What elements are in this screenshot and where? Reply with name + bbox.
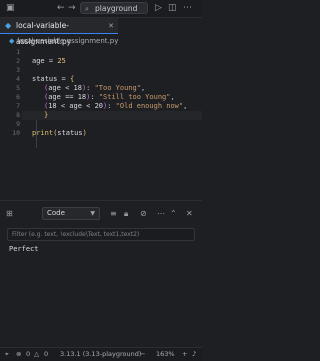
forward-icon[interactable]: →: [68, 2, 76, 14]
panel-toolbar: ⊞ Code ▼ ≡ 🔒︎ ⊘ ⋯ ⌃ ✕: [0, 207, 202, 221]
code-line: 1: [0, 48, 202, 57]
code-line: 2 age = 25: [0, 57, 202, 66]
grid-icon[interactable]: ⊞: [6, 208, 13, 220]
code-token: age < 18: [48, 84, 82, 92]
current-line-highlight: [22, 111, 202, 120]
code-line: 9: [0, 120, 202, 129]
zoom-in-icon[interactable]: +: [182, 348, 187, 361]
code-token: =: [57, 75, 70, 83]
code-editor[interactable]: 1 2 age = 25 3 4 status = { 5 (age < 18)…: [0, 48, 202, 198]
code-token: =: [44, 57, 58, 65]
code-token: 25: [57, 57, 66, 65]
code-line: 7 (18 < age < 20): "Old enough now",: [0, 102, 202, 111]
code-token: ,: [140, 84, 146, 92]
warning-count[interactable]: 0: [44, 348, 48, 361]
code-token: "Old enough now": [115, 102, 184, 110]
title-bar: ▣ ← → ⌕ playground ▷ ◫ ⋯: [0, 0, 202, 18]
tab-bar: ◆ local-variable-assignment.py ✕: [0, 18, 202, 46]
code-token: :: [107, 102, 116, 110]
clear-output-icon[interactable]: ⊘: [140, 208, 147, 220]
code-token: {: [69, 75, 75, 83]
list-filter-icon[interactable]: ≡: [110, 208, 117, 220]
error-count[interactable]: 0: [26, 348, 30, 361]
code-token: ,: [183, 102, 188, 110]
remote-icon[interactable]: ⌖: [5, 348, 9, 361]
output-channel-select[interactable]: Code ▼: [42, 207, 100, 220]
breadcrumb-file: local-variable-assignment.py: [17, 37, 119, 45]
status-bar: ⌖ ⊗ 0 △ 0 3.13.1 (3.13-playground) − 163…: [0, 347, 202, 361]
split-editor-icon[interactable]: ◫: [168, 2, 177, 14]
close-panel-icon[interactable]: ✕: [186, 208, 193, 220]
line-number: 10: [12, 129, 20, 137]
code-line: 4 status = {: [0, 75, 202, 84]
output-channel-value: Code: [47, 209, 65, 217]
code-token: status: [57, 129, 83, 137]
output-filter-input[interactable]: Filter (e.g. text, !exclude\Text, text1,…: [7, 228, 195, 241]
more-icon[interactable]: ⋯: [183, 2, 192, 14]
command-search-box[interactable]: ⌕ playground: [80, 2, 148, 14]
code-token: print: [32, 129, 54, 137]
code-line: 6 (age == 18): "Still too Young",: [0, 93, 202, 102]
close-tab-icon[interactable]: ✕: [108, 18, 114, 34]
back-icon[interactable]: ←: [57, 2, 65, 14]
tab-local-variable-assignment[interactable]: ◆ local-variable-assignment.py ✕: [0, 18, 118, 46]
python-file-icon: ◆: [9, 37, 15, 45]
line-number: 7: [16, 102, 20, 110]
breadcrumb[interactable]: ◆ local-variable-assignment.py: [9, 36, 118, 46]
code-token: age == 18: [48, 93, 87, 101]
code-token: 18 < age < 20: [48, 102, 104, 110]
notifications-icon[interactable]: ♪: [192, 348, 196, 361]
code-token: ,: [170, 93, 175, 101]
code-token: :: [86, 84, 95, 92]
output-text: Perfect: [9, 245, 39, 253]
run-icon[interactable]: ▷: [155, 2, 162, 14]
code-line: 8 }: [0, 111, 202, 120]
line-number: 5: [16, 84, 20, 92]
error-icon: ⊗: [16, 350, 22, 358]
line-number: 3: [16, 66, 20, 74]
maximize-panel-icon[interactable]: ⌃: [170, 208, 177, 220]
line-number: 9: [16, 120, 20, 128]
warning-icon: △: [34, 350, 39, 358]
more-actions-icon[interactable]: ⋯: [157, 208, 165, 220]
search-box-text: playground: [95, 4, 138, 13]
lock-icon[interactable]: 🔒︎: [124, 208, 128, 220]
code-token: "Still too Young": [98, 93, 171, 101]
code-line: 10 print(status): [0, 129, 202, 138]
code-token: age: [32, 57, 45, 65]
line-number: 8: [16, 111, 20, 119]
code-line: 5 (age < 18): "Too Young",: [0, 84, 202, 93]
sidebar-toggle-icon[interactable]: ▣: [6, 2, 15, 14]
code-line: 3: [0, 66, 202, 75]
python-interpreter[interactable]: 3.13.1 (3.13-playground): [60, 348, 141, 361]
code-token: :: [90, 93, 99, 101]
panel-divider[interactable]: [0, 200, 202, 201]
line-number: 2: [16, 57, 20, 65]
code-token: "Too Young": [94, 84, 141, 92]
line-number: 6: [16, 93, 20, 101]
line-number: 1: [16, 48, 20, 56]
zoom-out-icon[interactable]: −: [140, 348, 145, 361]
search-icon: ⌕: [85, 5, 89, 13]
code-token: status: [32, 75, 58, 83]
zoom-level[interactable]: 163%: [156, 348, 175, 361]
chevron-down-icon: ▼: [90, 210, 95, 217]
python-file-icon: ◆: [5, 21, 12, 30]
code-token: }: [44, 111, 49, 119]
code-token: ): [82, 129, 87, 137]
line-number: 4: [16, 75, 20, 83]
